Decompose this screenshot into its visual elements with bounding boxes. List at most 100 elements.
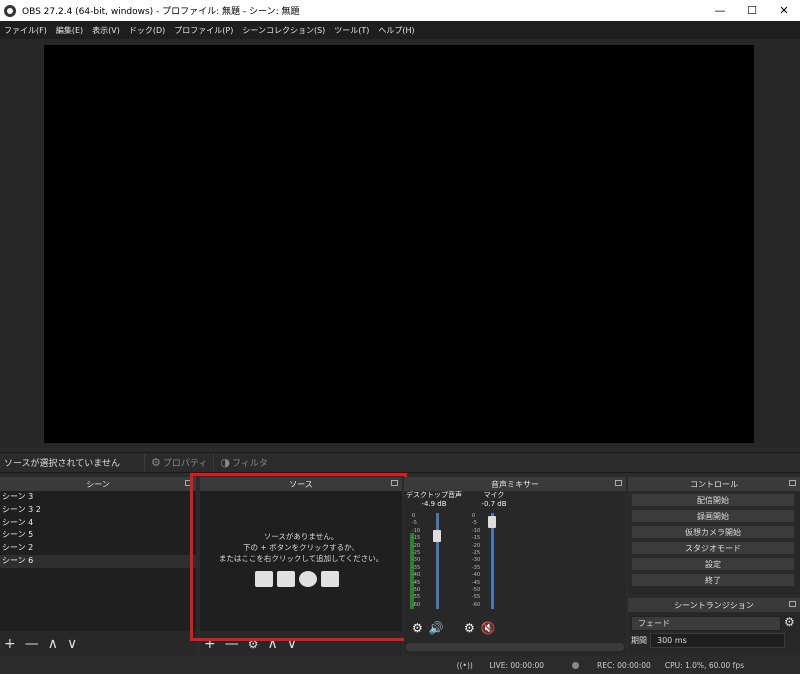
maximize-button[interactable]: ☐ [736,0,768,21]
exit-button[interactable]: 終了 [631,573,795,587]
sources-toolbar: + — ⚙ ∧ ∨ [200,635,306,653]
filters-label: フィルタ [231,459,268,469]
monitor-icon [277,571,295,587]
properties-button[interactable]: ⚙ プロパティ [144,454,213,471]
menu-view[interactable]: 表示(V) [92,25,120,36]
menu-help[interactable]: ヘルプ(H) [378,25,414,36]
speaker-icon[interactable]: 🔊 [429,621,444,635]
scene-item[interactable]: シーン 2 [0,542,196,555]
empty-line-1: ソースがありません。 [263,532,339,541]
add-scene-button[interactable]: + [4,636,16,652]
undock-icon[interactable] [615,480,622,486]
start-recording-button[interactable]: 録画開始 [631,509,795,523]
settings-button[interactable]: 設定 [631,557,795,571]
menu-edit[interactable]: 編集(E) [56,25,83,36]
mixer-header: 音声ミキサー [404,477,626,491]
undock-icon[interactable] [185,480,192,486]
controls-header: コントロール [628,477,800,491]
gear-icon[interactable]: ⚙ [412,621,423,635]
mixer-title: 音声ミキサー [491,479,539,489]
start-streaming-button[interactable]: 配信開始 [631,493,795,507]
empty-sources-message: ソースがありません。 下の + ボタンをクリックするか、 またはここを右クリック… [200,531,402,564]
undock-icon[interactable] [789,601,796,607]
remove-source-button[interactable]: — [225,636,239,652]
sources-header: ソース [200,477,402,491]
scene-list[interactable]: シーン 3 シーン 3 2 シーン 4 シーン 5 シーン 2 シーン 6 [0,491,196,631]
scene-item[interactable]: シーン 3 [0,491,196,504]
audio-mixer-dock: 音声ミキサー デスクトップ音声 -4.9 dB 0 -5 -10 -15 -20 -25-… [404,477,626,655]
scene-item[interactable]: シーン 4 [0,517,196,530]
move-scene-down-button[interactable]: ∨ [67,636,77,652]
move-scene-up-button[interactable]: ∧ [48,636,58,652]
start-virtual-camera-button[interactable]: 仮想カメラ開始 [631,525,795,539]
gear-icon[interactable]: ⚙ [784,615,795,629]
scenes-title: シーン [86,479,110,489]
move-source-up-button[interactable]: ∧ [268,636,278,652]
live-status: ((•)) LIVE: 00:00:00 [456,660,545,670]
meter-scale: 0 -5 -10 -15 -20 -25 -30 -35 -40 -45 -50 -55 -60 [412,513,421,608]
image-icon [255,571,273,587]
studio-mode-button[interactable]: スタジオモード [631,541,795,555]
scene-item[interactable]: シーン 3 2 [0,504,196,517]
menu-dock[interactable]: ドック(D) [129,25,165,36]
properties-label: プロパティ [162,459,208,469]
sources-dock: ソース ソースがありません。 下の + ボタンをクリックするか、 またはここを右… [200,477,402,655]
transition-select[interactable]: フェード [631,616,781,631]
source-list[interactable]: ソースがありません。 下の + ボタンをクリックするか、 またはここを右クリック… [200,491,402,631]
gear-icon: ⚙ [151,456,161,469]
close-button[interactable]: ✕ [768,0,800,21]
cpu-status: CPU: 1.0%, 60.00 fps [664,660,744,670]
channel-name: デスクトップ音声 [406,491,462,499]
scene-item-selected[interactable]: シーン 6 [0,554,196,568]
mixer-channel-desktop: デスクトップ音声 -4.9 dB 0 -5 -10 -15 -20 -25 -30 -35 -4… [404,491,464,641]
no-source-selected-label: ソースが選択されていません [4,459,121,469]
scenes-dock: シーン シーン 3 シーン 3 2 シーン 4 シーン 5 シーン 2 シーン … [0,477,196,655]
rec-status: REC: 00:00:00 [558,661,651,670]
duration-label: 期間 [631,636,647,645]
preview-area [0,39,800,448]
fader-handle[interactable] [488,515,496,528]
scene-item[interactable]: シーン 5 [0,529,196,542]
remove-scene-button[interactable]: — [25,636,39,652]
minimize-button[interactable]: — [704,0,736,21]
sources-title: ソース [289,479,313,489]
camera-icon [321,571,339,587]
source-properties-gear-icon[interactable]: ⚙ [248,637,259,651]
menu-tools[interactable]: ツール(T) [334,25,369,36]
undock-icon[interactable] [391,480,398,486]
mixer-scrollbar[interactable] [406,643,624,651]
gear-icon[interactable]: ⚙ [464,621,475,635]
move-source-down-button[interactable]: ∨ [287,636,297,652]
obs-logo-icon [4,4,16,17]
channel-db: -4.9 dB [421,500,447,508]
menu-file[interactable]: ファイル(F) [4,25,47,36]
channel-db: -0.7 dB [481,500,507,508]
channel-controls: ⚙ 🔊 [412,621,444,635]
scenes-toolbar: + — ∧ ∨ [0,635,86,653]
scenes-header: シーン [0,477,196,491]
menu-scene-collection[interactable]: シーンコレクション(S) [242,25,325,36]
meter-scale: 0 -5 -10 -15 -20 -25 -30 -35 -40 -45 -50 -55 -60 [472,513,481,608]
window-title: OBS 27.2.4 (64-bit, windows) - プロファイル: 無… [22,7,300,17]
scene-transitions-dock: シーントランジション フェード ⚙ 期間 300 ms [628,598,800,654]
add-source-button[interactable]: + [204,636,216,652]
channel-controls: ⚙ 🔇 [464,621,496,635]
transitions-title: シーントランジション [674,600,754,610]
status-bar: ((•)) LIVE: 00:00:00 REC: 00:00:00 CPU: … [0,656,800,674]
preview-canvas[interactable] [44,45,754,443]
transitions-header: シーントランジション [628,598,800,612]
broadcast-icon: ((•)) [456,660,476,670]
title-bar: OBS 27.2.4 (64-bit, windows) - プロファイル: 無… [0,0,800,21]
source-type-icons [255,571,339,587]
filters-button[interactable]: ◑ フィルタ [213,454,273,471]
channel-name: マイク [483,491,505,499]
volume-fader[interactable] [436,513,439,609]
undock-icon[interactable] [789,480,796,486]
duration-spinbox[interactable]: 300 ms [650,633,785,648]
empty-line-2: 下の + ボタンをクリックするか、 [243,543,359,552]
menu-bar: ファイル(F) 編集(E) 表示(V) ドック(D) プロファイル(P) シーン… [0,21,800,39]
speaker-muted-icon[interactable]: 🔇 [481,621,496,635]
empty-line-3: またはここを右クリックして追加してください。 [218,554,384,563]
fader-handle[interactable] [433,529,441,542]
menu-profile[interactable]: プロファイル(P) [174,25,233,36]
